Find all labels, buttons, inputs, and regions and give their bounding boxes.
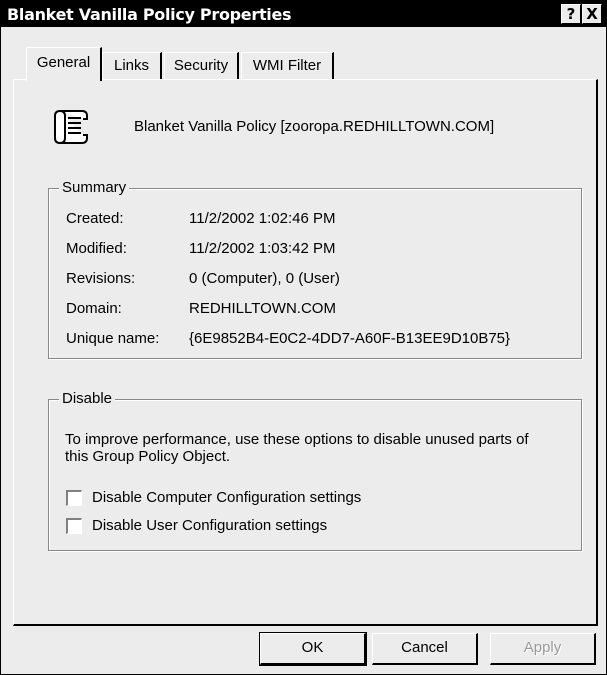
revisions-label: Revisions: (66, 270, 136, 287)
tab-links[interactable]: Links (102, 52, 162, 79)
domain-label: Domain: (66, 300, 122, 317)
summary-group: Summary Created: 11/2/2002 1:02:46 PM Mo… (48, 179, 582, 359)
scroll-icon (50, 105, 94, 149)
summary-row-domain: Domain: REDHILLTOWN.COM (66, 300, 576, 322)
modified-label: Modified: (66, 240, 127, 257)
cancel-button-label: Cancel (401, 639, 448, 656)
disable-description: To improve performance, use these option… (65, 431, 529, 465)
modified-value: 11/2/2002 1:03:42 PM (189, 240, 336, 257)
disable-group-label: Disable (59, 390, 116, 407)
tab-general[interactable]: General (26, 47, 102, 81)
title-bar[interactable]: Blanket Vanilla Policy Properties ? X (1, 1, 606, 27)
tab-security-label: Security (173, 57, 229, 74)
tab-links-label: Links (113, 57, 150, 74)
summary-row-created: Created: 11/2/2002 1:02:46 PM (66, 210, 576, 232)
revisions-value: 0 (Computer), 0 (User) (189, 270, 340, 287)
tab-wmi-filter[interactable]: WMI Filter (241, 52, 334, 79)
close-button[interactable]: X (582, 4, 602, 24)
summary-row-modified: Modified: 11/2/2002 1:03:42 PM (66, 240, 576, 262)
unique-name-value: {6E9852B4-E0C2-4DD7-A60F-B13EE9D10B75} (189, 330, 511, 347)
disable-user-config-label[interactable]: Disable User Configuration settings (92, 517, 327, 534)
tab-security[interactable]: Security (164, 52, 239, 79)
cancel-button[interactable]: Cancel (372, 633, 478, 665)
general-tab-panel: Blanket Vanilla Policy [zooropa.REDHILLT… (13, 79, 598, 626)
tab-general-label: General (36, 54, 91, 71)
policy-full-name: Blanket Vanilla Policy [zooropa.REDHILLT… (134, 118, 495, 135)
created-value: 11/2/2002 1:02:46 PM (189, 210, 336, 227)
disable-computer-config-label[interactable]: Disable Computer Configuration settings (92, 489, 361, 506)
disable-group: Disable To improve performance, use thes… (48, 390, 582, 551)
summary-group-label: Summary (59, 179, 130, 196)
created-label: Created: (66, 210, 124, 227)
ok-button[interactable]: OK (259, 632, 367, 666)
ok-button-label: OK (301, 639, 324, 656)
summary-row-unique-name: Unique name: {6E9852B4-E0C2-4DD7-A60F-B1… (66, 330, 576, 352)
domain-value: REDHILLTOWN.COM (189, 300, 336, 317)
properties-dialog: Blanket Vanilla Policy Properties ? X Ge… (0, 0, 607, 675)
unique-name-label: Unique name: (66, 330, 160, 347)
apply-button[interactable]: Apply (490, 633, 596, 665)
disable-computer-config-checkbox[interactable] (66, 490, 82, 506)
help-button[interactable]: ? (561, 4, 581, 24)
tab-wmi-filter-label: WMI Filter (252, 57, 322, 74)
disable-user-config-checkbox[interactable] (66, 518, 82, 534)
apply-button-label: Apply (523, 639, 562, 656)
window-title: Blanket Vanilla Policy Properties (7, 5, 292, 24)
summary-row-revisions: Revisions: 0 (Computer), 0 (User) (66, 270, 576, 292)
